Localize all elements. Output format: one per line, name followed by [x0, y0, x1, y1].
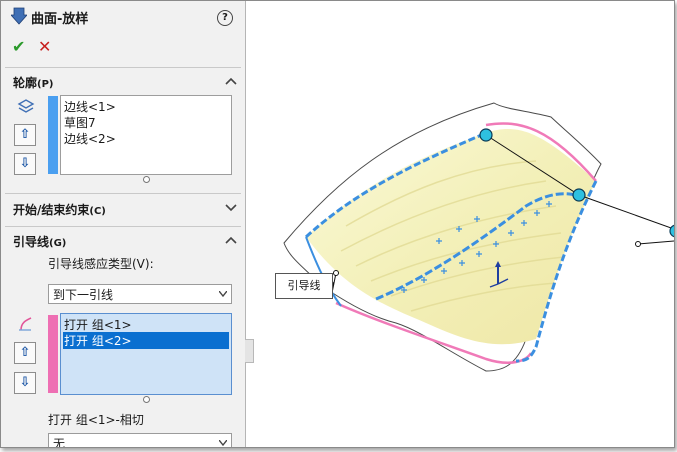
- guides-color-bar: [48, 315, 58, 393]
- loft-surface: [306, 129, 596, 345]
- profile-item[interactable]: 边线<2>: [64, 130, 116, 147]
- guides-list[interactable]: 打开 组<1> 打开 组<2>: [60, 313, 232, 395]
- end-point[interactable]: [635, 241, 641, 247]
- tangency-value: 无: [53, 437, 66, 447]
- profile-item[interactable]: 草图7: [64, 114, 96, 131]
- chevron-down-icon: [219, 291, 227, 297]
- move-profile-down-button[interactable]: ⇩: [14, 153, 36, 175]
- cancel-button[interactable]: ✕: [38, 37, 51, 56]
- profiles-color-bar: [48, 96, 58, 174]
- chevron-up-icon[interactable]: [225, 236, 237, 244]
- end-point[interactable]: [333, 270, 339, 276]
- guides-shortcut: (G): [49, 238, 67, 249]
- connector-handle[interactable]: [669, 224, 674, 238]
- start-end-section-title: 开始/结束约束: [13, 203, 90, 217]
- guide-item[interactable]: 打开 组<1>: [64, 316, 132, 333]
- guide-influence-value: 到下一引线: [53, 288, 114, 302]
- panel-header: 曲面-放样 ?: [1, 1, 245, 31]
- divider: [5, 67, 241, 68]
- connector-handle[interactable]: [479, 128, 493, 142]
- chevron-up-icon[interactable]: [225, 77, 237, 85]
- surface-loft-icon: [11, 7, 27, 25]
- tangency-select[interactable]: 无: [48, 433, 232, 447]
- graphics-viewport[interactable]: [246, 1, 674, 447]
- chevron-down-icon: [219, 440, 227, 446]
- window: 曲面-放样 ? ✔ ✕ 轮廓(P) ⇧ ⇩ 边线<1> 草图7 边线<2> 开始: [0, 0, 675, 448]
- guide-influence-select[interactable]: 到下一引线: [48, 284, 232, 304]
- profiles-section-header[interactable]: 轮廓(P): [13, 74, 54, 91]
- guides-section-title: 引导线: [13, 235, 50, 249]
- chevron-down-icon[interactable]: [225, 204, 237, 212]
- profiles-list[interactable]: 边线<1> 草图7 边线<2>: [60, 95, 232, 175]
- profiles-shortcut: (P): [37, 79, 54, 90]
- guide-influence-label: 引导线感应类型(V):: [48, 257, 154, 271]
- panel-title: 曲面-放样: [31, 12, 89, 27]
- connector-handle[interactable]: [572, 188, 586, 202]
- divider: [5, 226, 241, 227]
- guide-callout[interactable]: 引导线: [275, 273, 333, 299]
- start-end-shortcut: (C): [89, 206, 106, 217]
- property-manager-panel: 曲面-放样 ? ✔ ✕ 轮廓(P) ⇧ ⇩ 边线<1> 草图7 边线<2> 开始: [1, 1, 246, 447]
- profile-item[interactable]: 边线<1>: [64, 98, 116, 115]
- divider: [5, 193, 241, 194]
- move-guide-down-button[interactable]: ⇩: [14, 372, 36, 394]
- move-guide-up-button[interactable]: ⇧: [14, 342, 36, 364]
- help-icon[interactable]: ?: [217, 10, 233, 26]
- guide-curve-icon: [19, 317, 32, 331]
- move-profile-up-button[interactable]: ⇧: [14, 124, 36, 146]
- tangency-label: 打开 组<1>-相切: [48, 413, 144, 427]
- list-resize-handle[interactable]: [143, 396, 150, 403]
- profile-selection-icon: [17, 99, 35, 113]
- guide-item-selected[interactable]: 打开 组<2>: [63, 332, 229, 349]
- guides-section-header[interactable]: 引导线(G): [13, 233, 66, 250]
- ok-button[interactable]: ✔: [12, 37, 25, 56]
- start-end-section-header[interactable]: 开始/结束约束(C): [13, 201, 106, 218]
- construction-line: [637, 240, 674, 245]
- profiles-section-title: 轮廓: [13, 76, 38, 90]
- list-resize-handle[interactable]: [143, 176, 150, 183]
